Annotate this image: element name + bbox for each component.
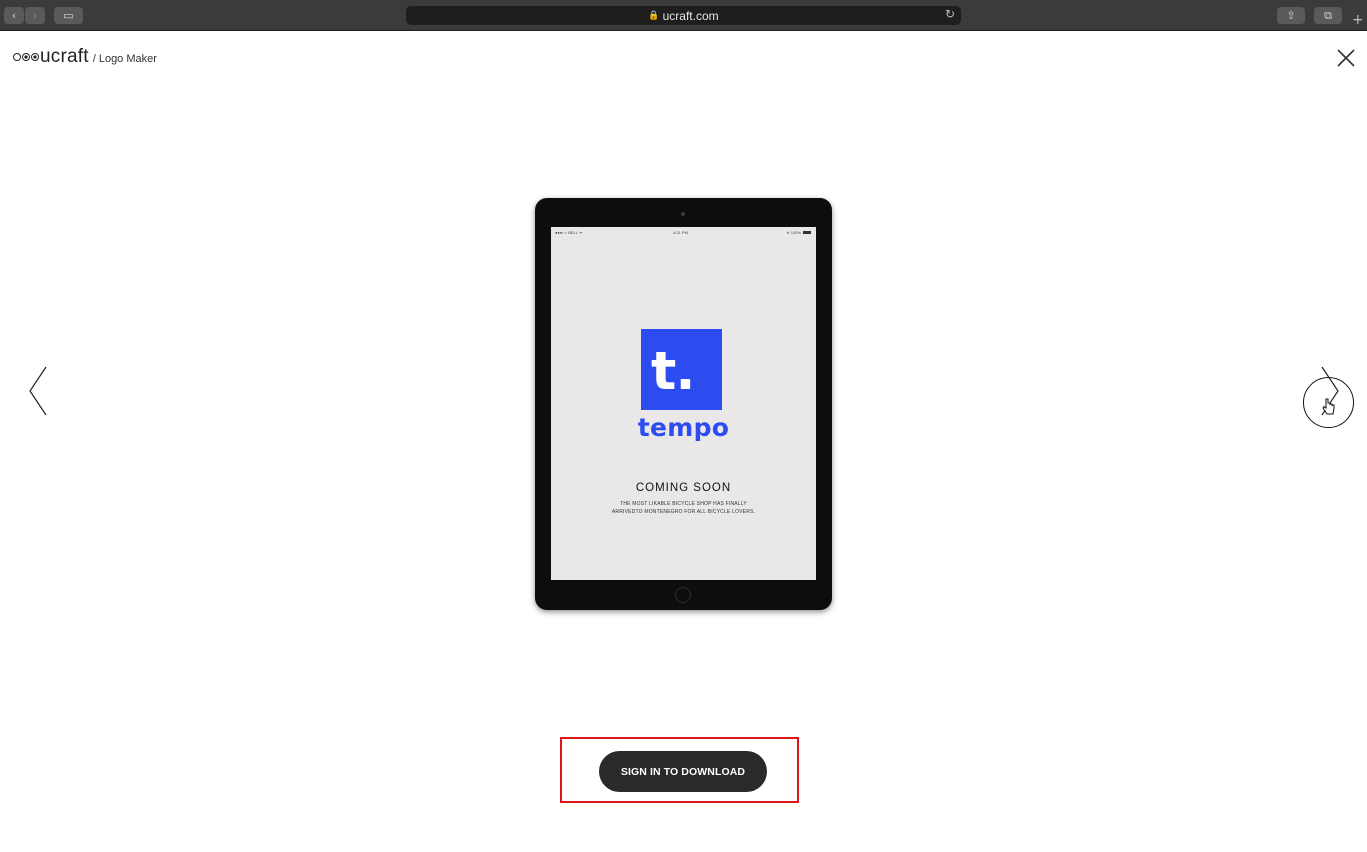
new-tab-button[interactable]: + — [1352, 12, 1364, 28]
lock-icon: 🔒 — [648, 10, 660, 21]
status-battery: ∗ 100% — [786, 230, 811, 235]
battery-icon — [803, 231, 811, 234]
status-battery-text: ∗ 100% — [786, 230, 801, 235]
chevron-right-icon: › — [32, 9, 38, 22]
logo-letter: t. — [651, 341, 695, 402]
chevron-left-icon: ‹ — [11, 9, 17, 22]
sidebar-toggle-button[interactable]: ▭ — [54, 7, 83, 24]
coming-soon-heading: COMING SOON — [635, 482, 732, 494]
generated-logo-name: tempo — [637, 413, 730, 442]
coming-soon-description: THE MOST LIKABLE BICYCLE SHOP HAS FINALL… — [611, 501, 756, 515]
share-icon: ⇧ — [1286, 9, 1296, 22]
status-time: 4:21 PM — [673, 230, 688, 235]
logo-dots-icon — [13, 53, 39, 62]
address-bar[interactable]: 🔒 ucraft.com ↻ — [406, 6, 961, 25]
logo-wordmark: ucraft — [40, 46, 89, 67]
home-button — [675, 587, 691, 603]
camera-dot — [681, 212, 685, 216]
close-icon[interactable] — [1335, 47, 1357, 69]
reload-icon[interactable]: ↻ — [945, 7, 955, 21]
hand-cursor-icon — [1322, 398, 1335, 415]
tablet-screen: ●●●○○ BELL ᯤ 4:21 PM ∗ 100% t. tempo COM… — [551, 227, 816, 580]
back-button[interactable]: ‹ — [4, 7, 24, 24]
status-carrier: ●●●○○ BELL ᯤ — [555, 230, 583, 235]
previous-arrow-icon[interactable] — [26, 364, 52, 418]
sign-in-to-download-button[interactable]: SIGN IN TO DOWNLOAD — [599, 751, 767, 792]
forward-button[interactable]: › — [25, 7, 45, 24]
site-logo[interactable]: ucraft / Logo Maker — [13, 46, 157, 68]
generated-logo-mark: t. — [641, 329, 722, 410]
breadcrumb: / Logo Maker — [92, 53, 157, 65]
tablet-mockup: ●●●○○ BELL ᯤ 4:21 PM ∗ 100% t. tempo COM… — [535, 198, 832, 610]
tabs-overview-button[interactable]: ⧉ — [1314, 7, 1342, 24]
browser-toolbar: ‹ › ▭ 🔒 ucraft.com ↻ ⇧ ⧉ + — [0, 0, 1367, 31]
share-button[interactable]: ⇧ — [1277, 7, 1305, 24]
url-text: ucraft.com — [662, 8, 719, 23]
sidebar-icon: ▭ — [63, 9, 74, 22]
tabs-icon: ⧉ — [1324, 8, 1332, 22]
status-bar: ●●●○○ BELL ᯤ 4:21 PM ∗ 100% — [551, 230, 816, 238]
